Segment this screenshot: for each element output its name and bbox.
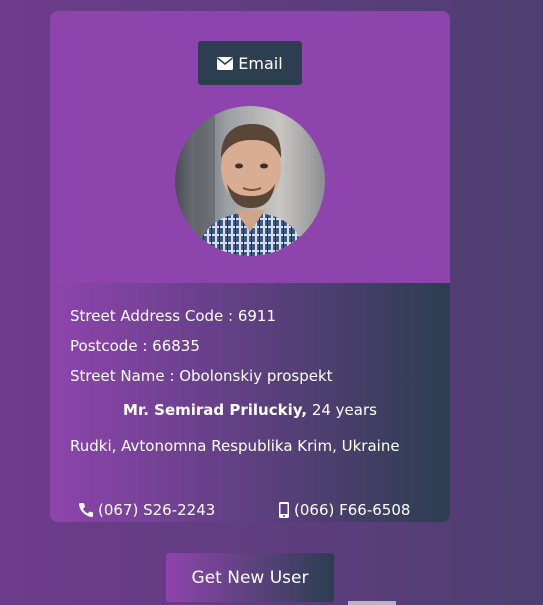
get-new-user-button[interactable]: Get New User (166, 553, 334, 602)
email-button-label: Email (238, 53, 283, 73)
postcode: Postcode : 66835 (70, 337, 200, 355)
cell-value: (066) F66-6508 (294, 501, 411, 519)
mobile-icon (279, 502, 289, 518)
email-button[interactable]: Email (198, 41, 302, 85)
phone-value: (067) S26-2243 (98, 501, 216, 519)
person-age: 24 years (307, 401, 377, 419)
card-details: Street Address Code : 6911 Postcode : 66… (50, 283, 450, 522)
avatar-photo (175, 106, 325, 256)
card-header: Email (50, 11, 450, 283)
scrollbar-thumb[interactable] (348, 601, 396, 605)
phone-number: (067) S26-2243 (78, 501, 215, 519)
person-name-age: Mr. Semirad Priluckiy, 24 years (50, 401, 450, 419)
phone-icon (78, 503, 93, 518)
street-name: Street Name : Obolonskiy prospekt (70, 367, 333, 385)
cell-number: (066) F66-6508 (278, 501, 410, 519)
avatar (175, 106, 325, 256)
envelope-icon (217, 56, 234, 70)
location: Rudki, Avtonomna Respublika Krim, Ukrain… (70, 437, 400, 455)
street-address-code: Street Address Code : 6911 (70, 307, 277, 325)
person-name: Mr. Semirad Priluckiy, (123, 401, 308, 419)
user-card: Email Street Address Code: 6911 Postcod… (50, 11, 450, 522)
